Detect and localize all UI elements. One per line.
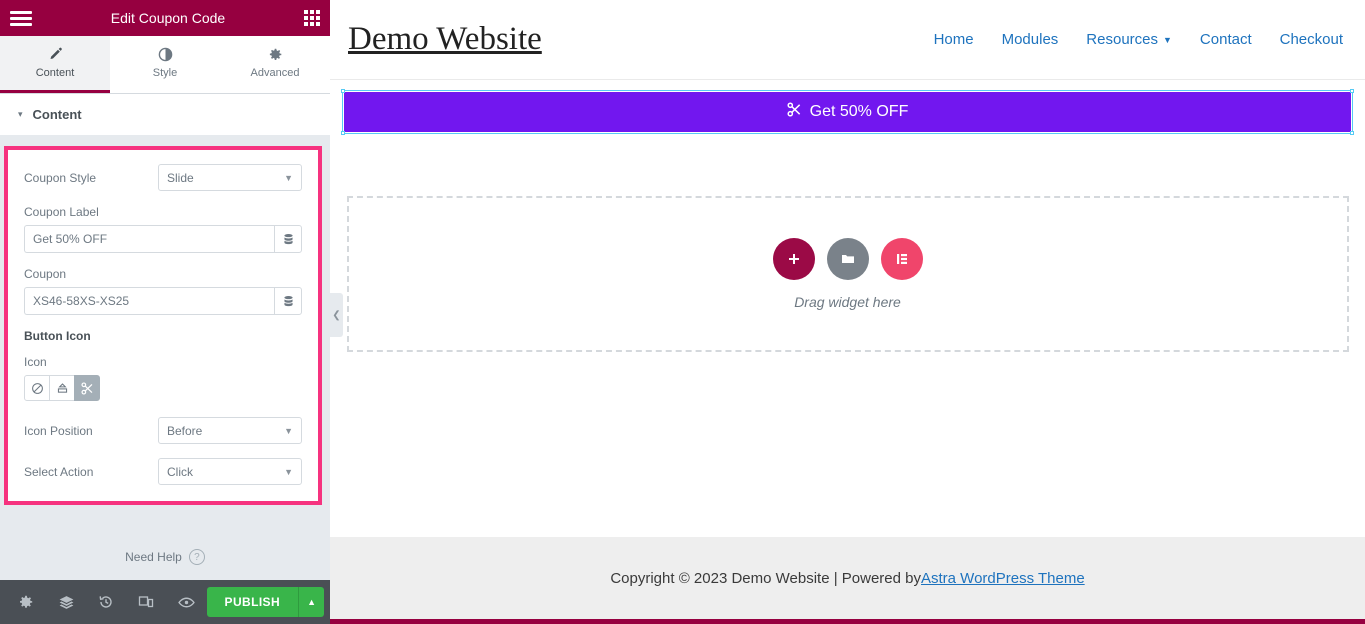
editor-bottom-bar xyxy=(330,619,1365,624)
gear-icon xyxy=(268,47,283,62)
panel-header: Edit Coupon Code xyxy=(0,0,330,36)
tab-style[interactable]: Style xyxy=(110,36,220,93)
navigator-layers-icon[interactable] xyxy=(46,580,86,624)
icon-position-row: Icon Position Before ▼ xyxy=(24,417,302,444)
resize-handle[interactable] xyxy=(341,131,345,135)
site-header: Demo Website Home Modules Resources ▼ Co… xyxy=(330,0,1365,80)
hamburger-icon[interactable] xyxy=(10,10,32,26)
chevron-down-icon: ▼ xyxy=(284,425,293,436)
need-help-link[interactable]: Need Help ? xyxy=(0,534,330,580)
site-logo[interactable]: Demo Website xyxy=(348,21,542,58)
site-nav: Home Modules Resources ▼ Contact Checkou… xyxy=(934,31,1343,48)
coupon-field-label: Coupon xyxy=(24,267,67,281)
settings-icon[interactable] xyxy=(6,580,46,624)
dropzone-label: Drag widget here xyxy=(794,294,901,310)
pencil-icon xyxy=(48,47,63,62)
panel-title: Edit Coupon Code xyxy=(110,10,226,26)
question-circle-icon: ? xyxy=(188,549,205,565)
coupon-field-group xyxy=(24,287,302,315)
site-preview: Demo Website Home Modules Resources ▼ Co… xyxy=(330,0,1365,624)
content-section-label: Content xyxy=(32,107,82,122)
drag-widget-dropzone[interactable]: Drag widget here xyxy=(346,196,1349,352)
select-action-label: Select Action xyxy=(24,464,94,479)
icon-picker xyxy=(24,375,302,401)
panel-footer-toolbar: PUBLISH ▲ xyxy=(0,580,330,624)
select-action-row: Select Action Click ▼ xyxy=(24,458,302,485)
publish-group: PUBLISH ▲ xyxy=(206,587,325,617)
footer-theme-link[interactable]: Astra WordPress Theme xyxy=(921,570,1085,587)
panel-tabs: Content Style Advanced xyxy=(0,36,330,94)
scissors-icon[interactable] xyxy=(74,375,100,401)
coupon-style-select[interactable]: Slide ▼ xyxy=(158,164,302,191)
tab-content-label: Content xyxy=(35,67,75,79)
tab-style-label: Style xyxy=(152,67,178,79)
history-icon[interactable] xyxy=(86,580,126,624)
icon-position-select[interactable]: Before ▼ xyxy=(158,417,302,444)
coupon-label-field-group xyxy=(24,225,302,253)
coupon-style-value: Slide xyxy=(167,170,194,185)
contrast-icon xyxy=(158,47,173,62)
tab-content[interactable]: Content xyxy=(0,36,110,93)
nav-item-modules[interactable]: Modules xyxy=(1002,31,1059,48)
dynamic-tag-icon[interactable] xyxy=(274,225,302,253)
tab-advanced[interactable]: Advanced xyxy=(220,36,330,93)
coupon-label-label: Coupon Label xyxy=(24,205,99,219)
coupon-input[interactable] xyxy=(24,287,274,315)
add-section-icon[interactable] xyxy=(772,238,815,280)
need-help-label: Need Help xyxy=(125,550,182,564)
elementor-editor: Edit Coupon Code Content Style Advanced … xyxy=(0,0,1365,624)
publish-options-arrow[interactable]: ▲ xyxy=(298,587,325,617)
coupon-label-input[interactable] xyxy=(24,225,274,253)
scissors-icon xyxy=(787,102,802,122)
icon-position-label: Icon Position xyxy=(24,423,93,438)
resize-handle[interactable] xyxy=(1350,89,1354,93)
element-selection-outline: Get 50% OFF xyxy=(341,89,1354,135)
responsive-mode-icon[interactable] xyxy=(126,580,166,624)
nav-label: Resources xyxy=(1086,31,1158,48)
coupon-banner-text: Get 50% OFF xyxy=(809,103,909,120)
nav-label: Modules xyxy=(1001,31,1059,48)
content-section-header[interactable]: ▾ Content xyxy=(0,94,330,136)
dropzone-area: Drag widget here xyxy=(330,134,1365,537)
preview-eye-icon[interactable] xyxy=(166,580,206,624)
coupon-banner-wrapper: Get 50% OFF xyxy=(330,80,1365,135)
button-icon-heading: Button Icon xyxy=(24,329,91,343)
grid-apps-icon[interactable] xyxy=(304,10,320,26)
elementor-logo-icon[interactable] xyxy=(880,238,923,280)
chevron-down-icon: ▼ xyxy=(284,172,293,183)
icon-position-value: Before xyxy=(167,423,203,438)
dynamic-tag-icon[interactable] xyxy=(274,287,302,315)
nav-item-checkout[interactable]: Checkout xyxy=(1280,31,1343,48)
none-icon[interactable] xyxy=(24,375,50,401)
icon-label: Icon xyxy=(24,355,47,369)
editor-panel: Edit Coupon Code Content Style Advanced … xyxy=(0,0,330,624)
chevron-down-icon: ▾ xyxy=(18,109,23,119)
chevron-down-icon: ▼ xyxy=(284,466,293,477)
resize-handle[interactable] xyxy=(1350,131,1354,135)
folder-template-icon[interactable] xyxy=(826,238,869,280)
coupon-style-label: Coupon Style xyxy=(24,170,97,185)
resize-handle[interactable] xyxy=(341,89,345,93)
footer-copyright-text: Copyright © 2023 Demo Website | Powered … xyxy=(610,569,921,587)
dropzone-buttons xyxy=(772,238,923,280)
tab-advanced-label: Advanced xyxy=(250,67,300,79)
panel-collapse-toggle[interactable]: ❮ xyxy=(330,293,343,337)
nav-label: Checkout xyxy=(1279,31,1343,48)
select-action-value: Click xyxy=(167,464,193,479)
chevron-down-icon: ▼ xyxy=(1163,34,1172,45)
coupon-code-widget[interactable]: Get 50% OFF xyxy=(344,92,1351,132)
nav-item-home[interactable]: Home xyxy=(934,31,974,48)
nav-label: Contact xyxy=(1199,31,1252,48)
site-footer: Copyright © 2023 Demo Website | Powered … xyxy=(330,537,1365,619)
nav-label: Home xyxy=(933,31,974,48)
publish-button[interactable]: PUBLISH xyxy=(206,587,299,617)
nav-item-resources[interactable]: Resources ▼ xyxy=(1086,31,1172,48)
select-action-select[interactable]: Click ▼ xyxy=(158,458,302,485)
nav-item-contact[interactable]: Contact xyxy=(1200,31,1252,48)
coupon-style-row: Coupon Style Slide ▼ xyxy=(24,164,302,191)
upload-icon[interactable] xyxy=(49,375,75,401)
content-controls-highlight: Coupon Style Slide ▼ Coupon Label Coupon xyxy=(4,146,322,505)
